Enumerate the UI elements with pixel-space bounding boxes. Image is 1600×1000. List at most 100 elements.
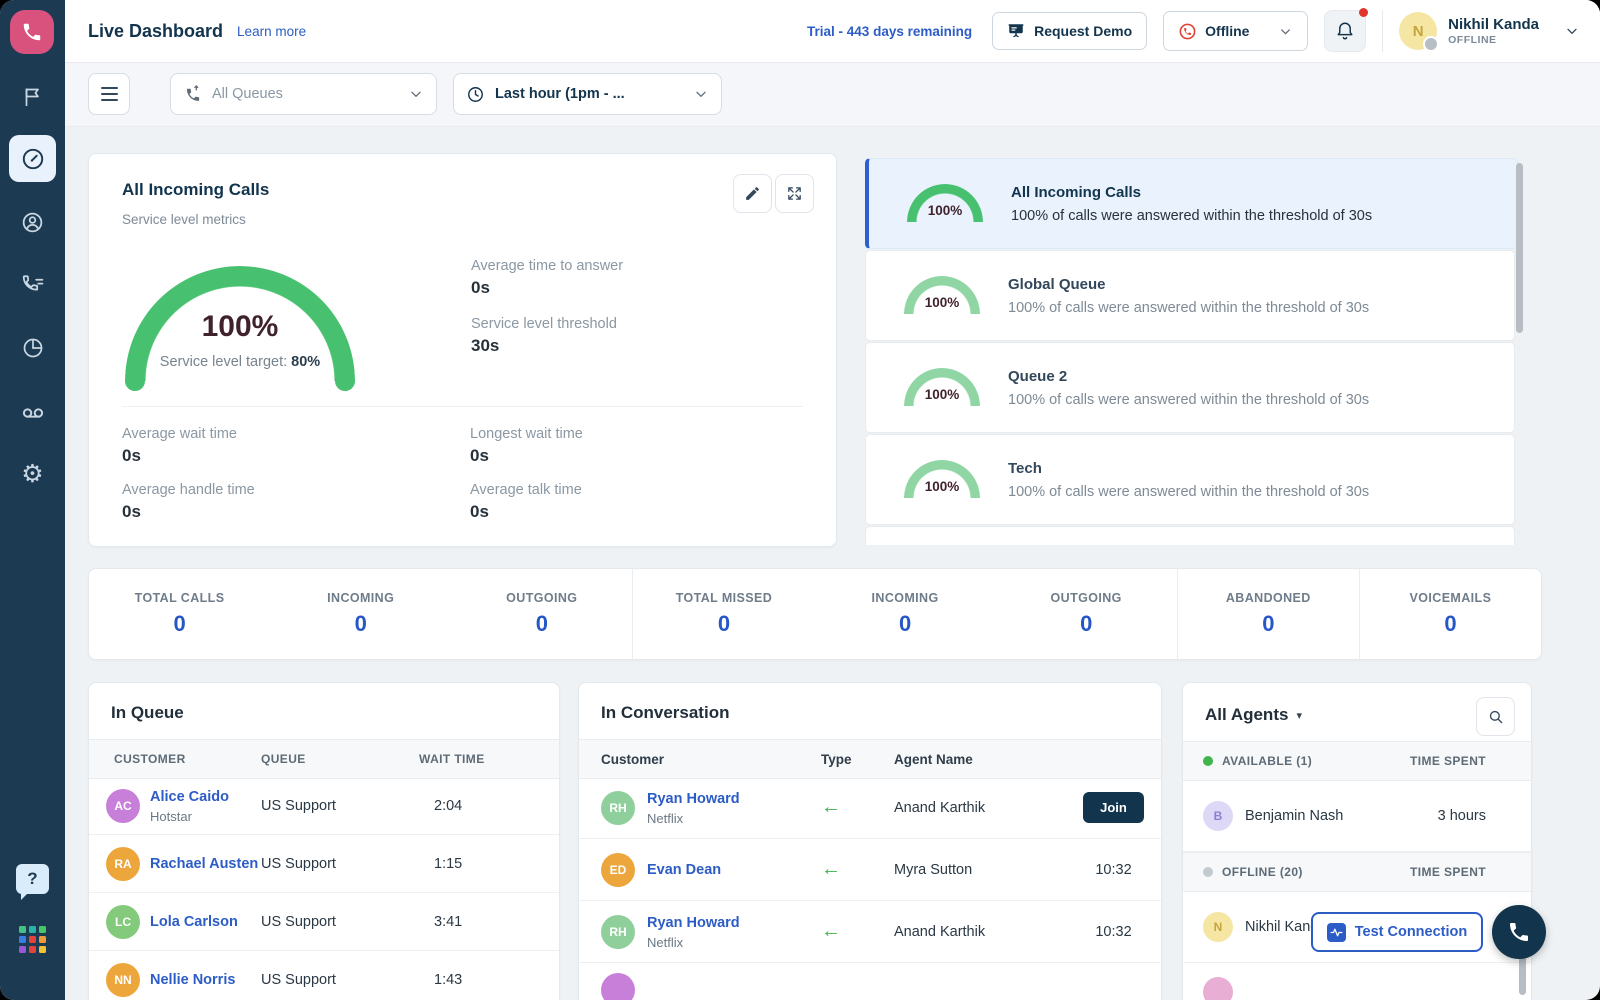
table-row-partial[interactable] [579,963,1161,1000]
notifications-button[interactable] [1324,10,1366,52]
dialer-fab[interactable] [1492,905,1546,959]
divider [122,406,803,407]
agents-panel-title: All Agents [1205,705,1288,725]
metric-label: Average talk time [470,482,802,498]
table-row[interactable]: RH Ryan HowardNetflix ← Anand Karthik Jo… [579,777,1161,839]
queues-filter-dropdown[interactable]: All Queues [170,73,437,115]
mini-gauge: 100% [907,184,983,224]
column-header: CUSTOMER [106,752,261,766]
queue-summary-card-tech[interactable]: 100% Tech100% of calls were answered wit… [865,434,1515,525]
edit-widget-button[interactable] [733,174,772,213]
sidebar-item-live-dashboard[interactable] [9,135,56,182]
agent-status-label: Offline [1205,23,1249,39]
join-call-button[interactable]: Join [1083,792,1144,823]
in-queue-rows: AC Alice CaidoHotstar US Support 2:04 RA… [89,777,559,1000]
table-row[interactable]: AC Alice CaidoHotstar US Support 2:04 [89,777,559,835]
help-button[interactable]: ? [16,864,49,894]
column-header: Type [821,752,894,767]
trial-banner[interactable]: Trial - 443 days remaining [807,24,972,39]
stat-missed-outgoing: OUTGOING0 [996,569,1177,659]
filter-bar: All Queues Last hour (1pm - ... [65,62,1600,127]
queue-summary-card-all-incoming[interactable]: 100% All Incoming Calls100% of calls wer… [865,158,1518,249]
wait-time-cell: 3:41 [419,914,554,930]
request-demo-button[interactable]: Request Demo [992,12,1147,50]
agent-row[interactable]: B Benjamin Nash 3 hours [1183,781,1531,852]
user-menu[interactable]: N Nikhil Kanda OFFLINE [1399,12,1580,50]
column-header: Customer [601,752,821,767]
user-status: OFFLINE [1448,34,1539,46]
metric-label: Average wait time [122,426,470,442]
gauge-target-label: Service level target: [160,354,287,370]
sidebar-item-voicemail[interactable] [0,400,65,426]
table-row[interactable]: LC Lola Carlson US Support 3:41 [89,893,559,951]
customer-link[interactable]: Lola Carlson [150,914,238,930]
agent-name-cell: Anand Karthik [894,800,1066,816]
learn-more-link[interactable]: Learn more [237,24,306,39]
menu-icon [101,87,118,89]
sidebar-item-call-metrics[interactable] [0,273,65,298]
queue-summary-card-queue-2[interactable]: 100% Queue 2100% of calls were answered … [865,342,1515,433]
presentation-icon [1007,22,1025,40]
grid-dot [19,936,26,943]
table-row[interactable]: RA Rachael Austen US Support 1:15 [89,835,559,893]
sidebar-item-settings[interactable]: ⚙ [0,462,65,487]
in-queue-panel: In Queue CUSTOMER QUEUE WAIT TIME AC Ali… [88,682,560,1000]
agents-search-button[interactable] [1476,697,1515,736]
avatar: B [1203,801,1233,831]
pencil-icon [744,185,761,202]
customer-link[interactable]: Evan Dean [647,862,721,878]
section-label: OFFLINE (20) [1222,865,1303,879]
customer-link[interactable]: Ryan Howard [647,915,740,931]
phone-icon [1507,920,1531,944]
notification-badge-dot [1359,8,1368,17]
customer-link[interactable]: Alice Caido [150,789,229,805]
avatar: N [1399,12,1437,50]
user-name: Nikhil Kanda [1448,16,1539,33]
test-connection-button[interactable]: Test Connection [1311,912,1483,952]
customer-link[interactable]: Ryan Howard [647,791,740,807]
grid-dot [39,946,46,953]
queue-card-title: Queue 2 [1008,368,1369,385]
sidebar-item-contacts[interactable] [0,210,65,235]
customer-link[interactable]: Nellie Norris [150,972,235,988]
time-range-dropdown[interactable]: Last hour (1pm - ... [453,73,722,115]
metric-label: Average handle time [122,482,470,498]
queue-card-title: Tech [1008,460,1369,477]
stat-outgoing: OUTGOING0 [451,569,632,659]
agent-row-partial[interactable] [1183,963,1531,1000]
clock-icon [466,85,485,104]
table-row[interactable]: NN Nellie Norris US Support 1:43 [89,951,559,1000]
queue-summary-card-partial[interactable] [865,526,1515,545]
sidebar-item-analytics[interactable] [0,336,65,360]
expand-widget-button[interactable] [775,174,814,213]
help-icon: ? [27,869,37,889]
brand-phone-logo[interactable] [10,10,54,54]
offline-status-dot [1203,867,1213,877]
queue-summary-card-global-queue[interactable]: 100% Global Queue100% of calls were answ… [865,250,1515,341]
app-switcher-grid-icon[interactable] [19,926,47,954]
sidebar-item-onboarding[interactable] [0,85,65,109]
menu-toggle-button[interactable] [88,73,130,115]
test-connection-label: Test Connection [1355,924,1468,940]
metric-value: 0s [122,502,470,522]
grid-dot [39,926,46,933]
column-header: WAIT TIME [419,752,485,766]
customer-company: Netflix [647,811,740,826]
chevron-down-icon [1278,24,1293,39]
presence-dot [1423,36,1439,52]
avatar: RA [106,847,140,881]
mini-gauge: 100% [904,276,980,316]
table-row[interactable]: RH Ryan HowardNetflix ← Anand Karthik 10… [579,901,1161,963]
agents-filter-dropdown[interactable]: All Agents ▾ [1205,705,1302,725]
customer-link[interactable]: Rachael Austen [150,856,258,872]
in-conversation-rows: RH Ryan HowardNetflix ← Anand Karthik Jo… [579,777,1161,1000]
chevron-down-icon [693,86,709,102]
metric-label: Service level threshold [471,316,623,332]
time-spent-header: TIME SPENT [1410,754,1486,768]
dashboard-speedometer-icon [20,146,46,172]
top-bar-right: Trial - 443 days remaining Request Demo … [807,10,1600,52]
table-row[interactable]: ED Evan Dean ← Myra Sutton 10:32 [579,839,1161,901]
queue-panel-scrollbar[interactable] [1516,163,1523,333]
agent-status-dropdown[interactable]: Offline [1163,11,1308,51]
queue-card-description: 100% of calls were answered within the t… [1011,208,1372,224]
